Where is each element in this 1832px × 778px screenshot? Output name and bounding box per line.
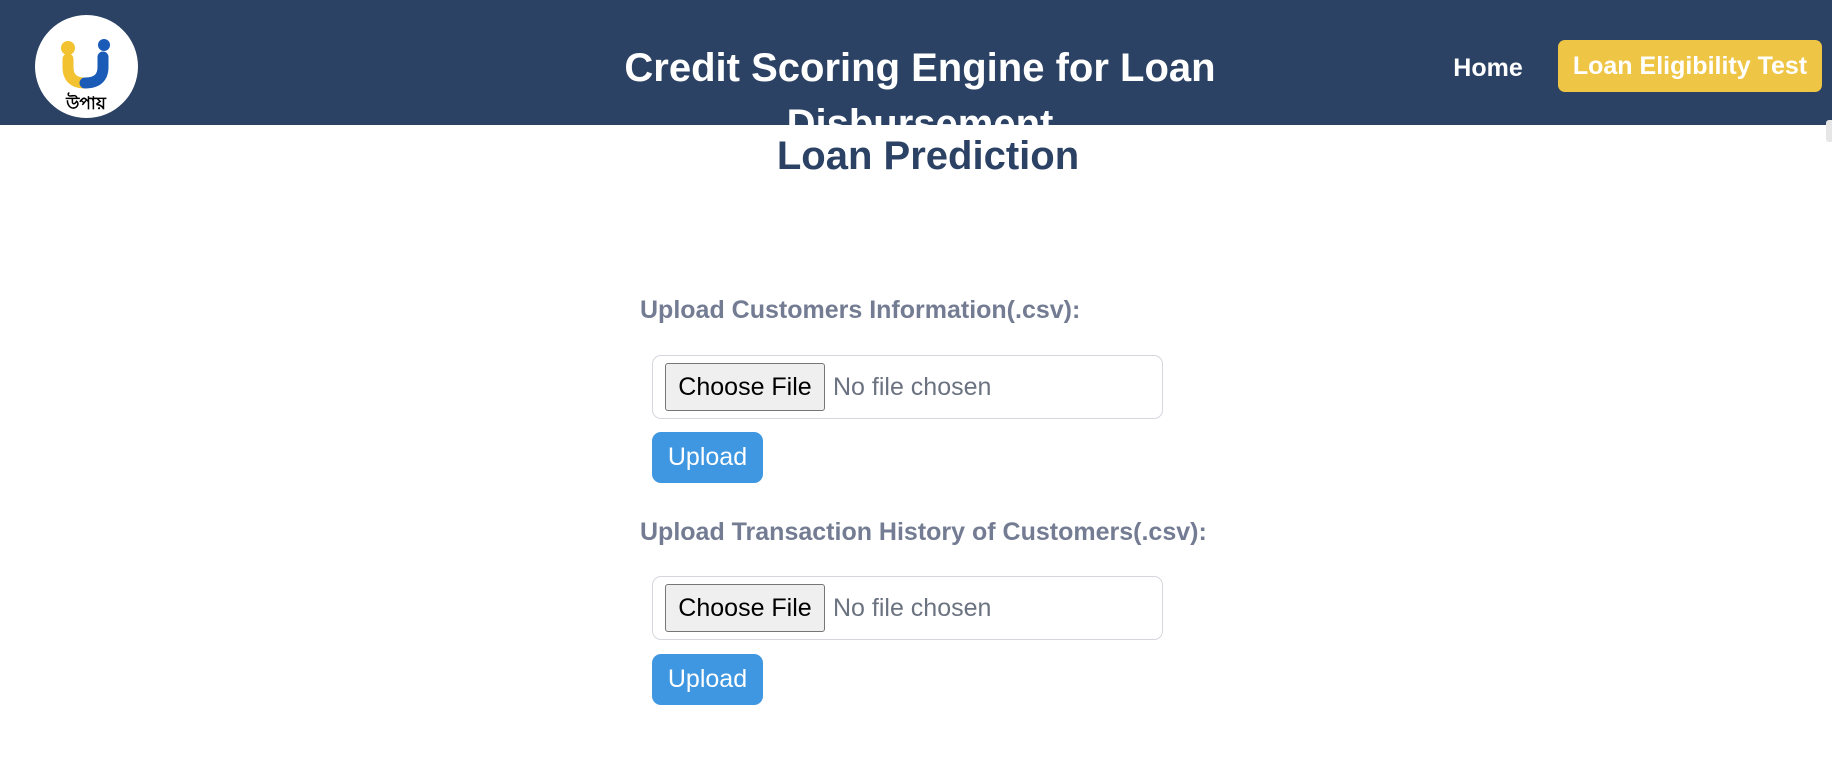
file-status-text: No file chosen xyxy=(833,594,992,622)
choose-file-button[interactable]: Choose File xyxy=(665,584,825,632)
top-navbar: উপায় Credit Scoring Engine for Loan Dis… xyxy=(0,0,1832,146)
file-status-text: No file chosen xyxy=(833,373,992,401)
transaction-history-label: Upload Transaction History of Customers(… xyxy=(640,518,1207,546)
customers-info-label: Upload Customers Information(.csv): xyxy=(640,296,1081,324)
upload-transaction-history-button[interactable]: Upload xyxy=(652,654,763,705)
customers-info-file-input[interactable]: Choose File No file chosen xyxy=(652,355,1163,419)
logo-blue-stroke xyxy=(79,51,109,89)
logo-mark: উপায় xyxy=(61,39,110,114)
choose-file-button[interactable]: Choose File xyxy=(665,363,825,411)
logo-text: উপায় xyxy=(65,92,107,114)
logo-yellow-dot xyxy=(61,41,75,55)
page-title: Loan Prediction xyxy=(776,134,1080,178)
nav-loan-eligibility-button[interactable]: Loan Eligibility Test xyxy=(1558,40,1822,92)
nav-home-link[interactable]: Home xyxy=(1430,48,1546,88)
transaction-history-file-input[interactable]: Choose File No file chosen xyxy=(652,576,1163,640)
upload-customers-info-button[interactable]: Upload xyxy=(652,432,763,483)
logo-blue-dot xyxy=(98,39,110,51)
upay-logo-icon[interactable]: উপায় xyxy=(35,15,138,118)
